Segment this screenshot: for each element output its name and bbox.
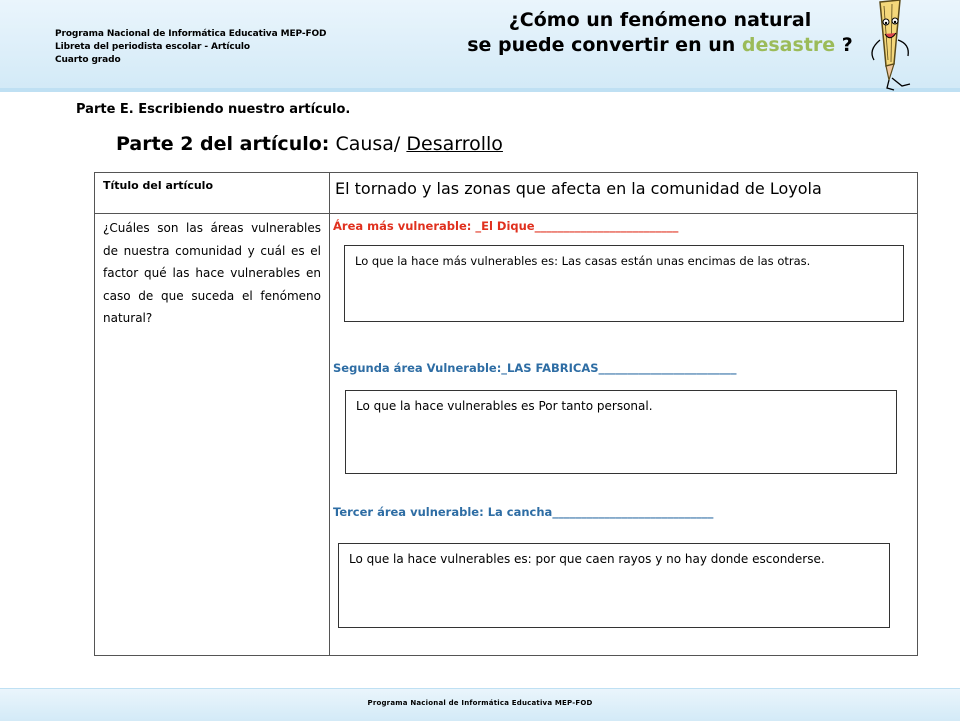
- title-highlight: desastre: [741, 34, 836, 56]
- title-line-2: se puede convertir en un desastre ?: [420, 33, 900, 58]
- program-line: Programa Nacional de Informática Educati…: [55, 29, 327, 39]
- area-1-reason: Lo que la hace más vulnerables es: Las c…: [355, 254, 811, 268]
- area-3-reason: Lo que la hace vulnerables es: por que c…: [349, 552, 825, 566]
- area-2-label: Segunda área Vulnerable:_LAS FABRICAS___…: [333, 361, 737, 375]
- title-line-2-end: ?: [841, 34, 853, 56]
- page-title: ¿Cómo un fenómeno natural se puede conve…: [420, 8, 900, 58]
- part-cause: Causa/: [335, 133, 401, 155]
- page-header: Programa Nacional de Informática Educati…: [0, 0, 960, 92]
- title-label: Título del artículo: [103, 179, 214, 192]
- grade-line: Cuarto grado: [55, 55, 121, 65]
- page-footer: Programa Nacional de Informática Educati…: [0, 688, 960, 721]
- area-1-reason-box: Lo que la hace más vulnerables es: Las c…: [344, 245, 904, 322]
- area-2-reason: Lo que la hace vulnerables es Por tanto …: [356, 399, 653, 413]
- row-divider: [95, 213, 917, 214]
- part-label: Parte 2 del artículo:: [116, 133, 330, 155]
- area-2-reason-box: Lo que la hace vulnerables es Por tanto …: [345, 390, 897, 474]
- part-development: Desarrollo: [406, 133, 503, 155]
- title-line-1: ¿Cómo un fenómeno natural: [508, 9, 812, 31]
- article-part-heading: Parte 2 del artículo: Causa/ Desarrollo: [116, 133, 503, 155]
- question-text: ¿Cuáles son las áreas vulnerables de nue…: [103, 221, 321, 325]
- pencil-character-icon: [871, 0, 911, 91]
- title-line-2-start: se puede convertir en un: [467, 34, 736, 56]
- footer-text: Programa Nacional de Informática Educati…: [367, 699, 593, 707]
- section-heading: Parte E. Escribiendo nuestro artículo.: [76, 102, 351, 117]
- notebook-line: Libreta del periodista escolar - Artícul…: [55, 42, 251, 52]
- area-1-label: Área más vulnerable: _El Dique__________…: [333, 219, 679, 233]
- article-table: Título del artículo El tornado y las zon…: [94, 172, 918, 656]
- header-info: Programa Nacional de Informática Educati…: [55, 28, 327, 67]
- column-divider: [329, 173, 330, 655]
- article-title-value: El tornado y las zonas que afecta en la …: [335, 179, 822, 198]
- area-3-label: Tercer área vulnerable: La cancha_______…: [333, 505, 714, 519]
- area-3-reason-box: Lo que la hace vulnerables es: por que c…: [338, 543, 890, 628]
